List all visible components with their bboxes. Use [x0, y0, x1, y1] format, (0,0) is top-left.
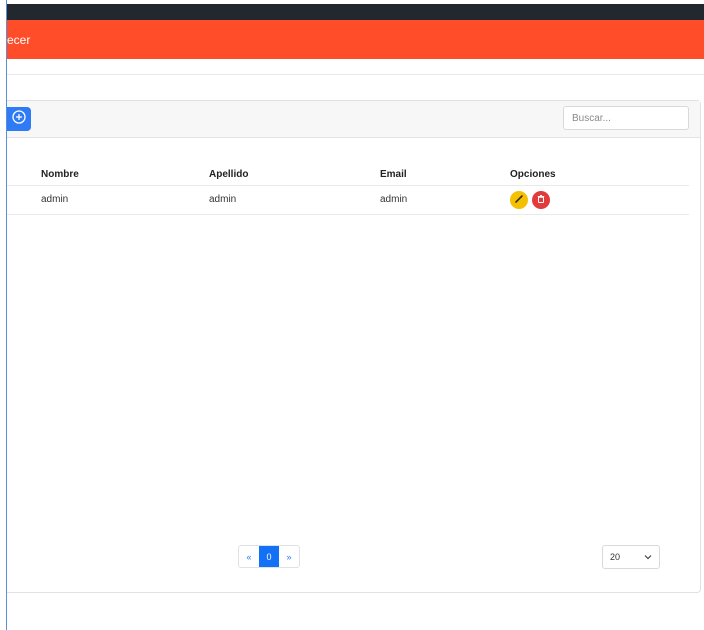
plus-circle-icon	[12, 109, 26, 129]
column-header-apellido: Apellido	[209, 169, 249, 180]
search-input[interactable]	[563, 106, 689, 130]
trash-icon	[536, 191, 546, 209]
edit-button[interactable]	[510, 191, 528, 209]
column-header-nombre: Nombre	[41, 169, 79, 180]
table-header: Nombre Apellido Email Opciones	[7, 161, 689, 186]
next-page-button[interactable]: »	[279, 546, 299, 567]
header-title: ecer	[7, 33, 31, 47]
top-bar	[7, 4, 704, 20]
page-size-value: 20	[610, 552, 621, 562]
column-header-email: Email	[380, 169, 407, 180]
chevron-down-icon	[644, 552, 652, 562]
cell-email: admin	[380, 194, 408, 205]
prev-page-button[interactable]: «	[239, 546, 259, 567]
column-header-opciones: Opciones	[510, 169, 556, 180]
app-header: ecer	[7, 20, 704, 59]
cell-apellido: admin	[209, 194, 237, 205]
table-row: admin admin admin	[7, 186, 689, 215]
page-size-select[interactable]: 20	[602, 545, 660, 569]
table-card: Nombre Apellido Email Opciones admin adm…	[7, 100, 701, 593]
card-toolbar	[7, 101, 700, 138]
pencil-icon	[514, 191, 524, 209]
left-border	[0, 0, 7, 630]
page-button-current[interactable]: 0	[259, 546, 279, 567]
cell-nombre: admin	[41, 194, 69, 205]
header-divider	[7, 74, 704, 75]
row-options	[510, 191, 550, 209]
users-table: Nombre Apellido Email Opciones admin adm…	[7, 161, 689, 215]
add-button[interactable]	[7, 107, 31, 131]
pagination: « 0 »	[238, 545, 300, 568]
delete-button[interactable]	[532, 191, 550, 209]
